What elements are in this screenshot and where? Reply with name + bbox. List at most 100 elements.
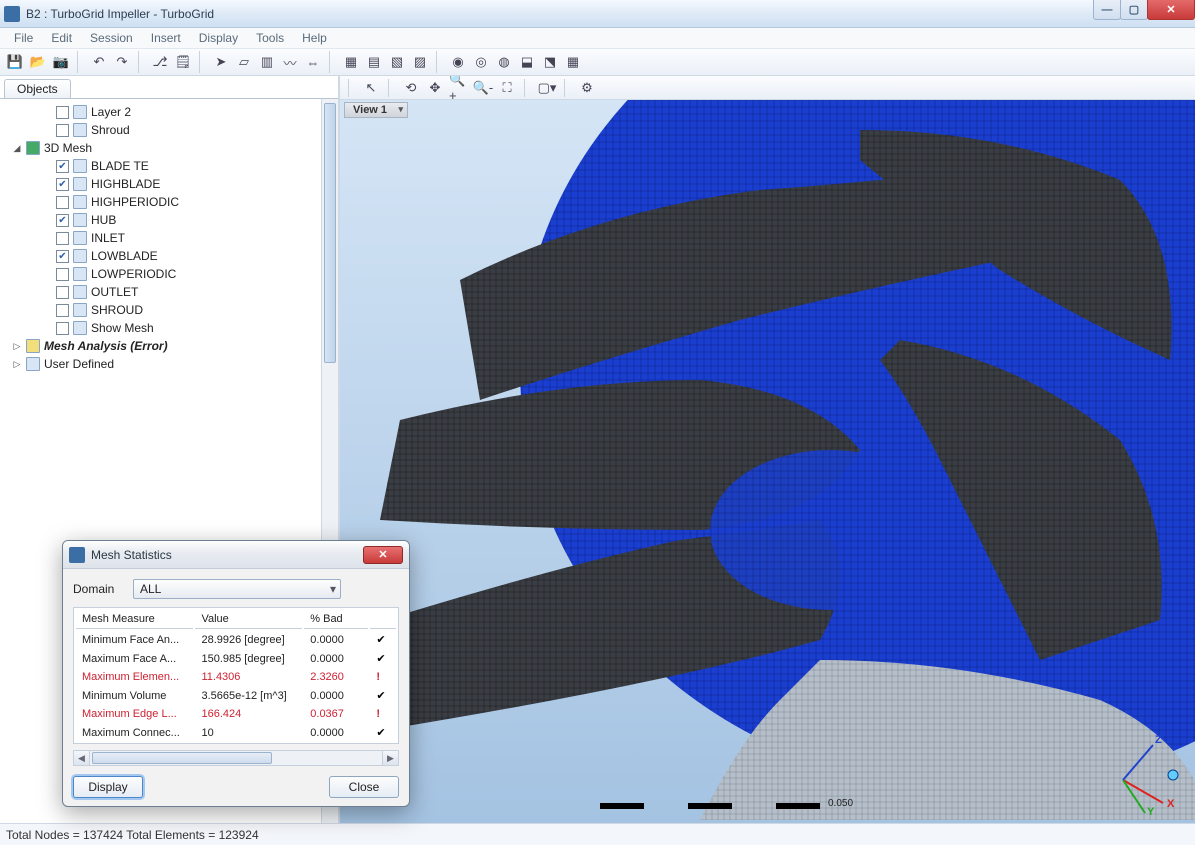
range-icon[interactable]: ⇔ bbox=[302, 51, 324, 73]
scroll-thumb[interactable] bbox=[92, 752, 272, 764]
col-value[interactable]: Value bbox=[195, 610, 302, 629]
layout3-icon[interactable]: ▦ bbox=[562, 51, 584, 73]
settings-icon[interactable]: ⚙ bbox=[576, 77, 598, 99]
expand-icon[interactable]: ▷ bbox=[12, 359, 22, 370]
layout1-icon[interactable]: ⬓ bbox=[516, 51, 538, 73]
grid1-icon[interactable]: ▦ bbox=[340, 51, 362, 73]
box-icon[interactable]: ▢▾ bbox=[536, 77, 558, 99]
tree-item-show-mesh[interactable]: Show Mesh bbox=[6, 319, 332, 337]
mesh-icon bbox=[26, 141, 40, 155]
maximize-button[interactable]: ▢ bbox=[1120, 0, 1148, 20]
checkbox-icon[interactable] bbox=[56, 286, 69, 299]
rotate-icon[interactable]: ⟲ bbox=[400, 77, 422, 99]
tree-group-3dmesh[interactable]: ◢3D Mesh bbox=[6, 139, 332, 157]
checkbox-icon[interactable] bbox=[56, 214, 69, 227]
tree-item-highblade[interactable]: HIGHBLADE bbox=[6, 175, 332, 193]
collapse-icon[interactable]: ◢ bbox=[12, 143, 22, 154]
pan-icon[interactable]: ✥ bbox=[424, 77, 446, 99]
scroll-left-icon[interactable]: ◀ bbox=[74, 751, 90, 765]
snapshot-icon[interactable]: 📷 bbox=[50, 51, 72, 73]
menu-file[interactable]: File bbox=[6, 29, 41, 47]
tree-item-lowperiodic[interactable]: LOWPERIODIC bbox=[6, 265, 332, 283]
tree-item-mesh-analysis[interactable]: ▷Mesh Analysis (Error) bbox=[6, 337, 332, 355]
scroll-right-icon[interactable]: ▶ bbox=[382, 751, 398, 765]
layout2-icon[interactable]: ⬔ bbox=[539, 51, 561, 73]
scroll-thumb[interactable] bbox=[324, 103, 336, 363]
table-row[interactable]: Minimum Face An...28.9926 [degree]0.0000 bbox=[76, 631, 396, 648]
domain-select[interactable]: ALL bbox=[133, 579, 341, 599]
mesh-stats-table: Mesh Measure Value % Bad Minimum Face An… bbox=[73, 607, 399, 744]
tree-item-hub[interactable]: HUB bbox=[6, 211, 332, 229]
table-row[interactable]: Maximum Connec...100.0000 bbox=[76, 724, 396, 741]
tree-item-outlet[interactable]: OUTLET bbox=[6, 283, 332, 301]
mesh-statistics-dialog[interactable]: Mesh Statistics ✕ Domain ALL Mesh Measur… bbox=[62, 540, 410, 807]
checkbox-icon[interactable] bbox=[56, 106, 69, 119]
3d-viewport[interactable]: ↖ ⟲ ✥ 🔍+ 🔍- ⛶ ▢▾ ⚙ View 1 ANSYS bbox=[340, 76, 1195, 823]
table-row[interactable]: Maximum Face A...150.985 [degree]0.0000 bbox=[76, 650, 396, 667]
objects-tab[interactable]: Objects bbox=[4, 79, 71, 99]
minimize-button[interactable]: — bbox=[1093, 0, 1121, 20]
plane2-icon[interactable]: ▥ bbox=[256, 51, 278, 73]
view2-icon[interactable]: ◎ bbox=[470, 51, 492, 73]
redo-icon[interactable]: ↷ bbox=[111, 51, 133, 73]
plane1-icon[interactable]: ▱ bbox=[233, 51, 255, 73]
col-bad[interactable]: % Bad bbox=[304, 610, 368, 629]
tree-item-user-defined[interactable]: ▷User Defined bbox=[6, 355, 332, 373]
close-button[interactable]: Close bbox=[329, 776, 399, 798]
checkbox-icon[interactable] bbox=[56, 232, 69, 245]
profile-icon[interactable]: ⎇ bbox=[149, 51, 171, 73]
checkbox-icon[interactable] bbox=[56, 250, 69, 263]
layer-icon bbox=[73, 105, 87, 119]
dialog-titlebar[interactable]: Mesh Statistics ✕ bbox=[63, 541, 409, 569]
tree-item-blade-te[interactable]: BLADE TE bbox=[6, 157, 332, 175]
checkbox-icon[interactable] bbox=[56, 178, 69, 191]
window-title: B2 : TurboGrid Impeller - TurboGrid bbox=[26, 7, 214, 21]
col-measure[interactable]: Mesh Measure bbox=[76, 610, 193, 629]
grid3-icon[interactable]: ▧ bbox=[386, 51, 408, 73]
grid2-icon[interactable]: ▤ bbox=[363, 51, 385, 73]
open-icon[interactable]: 📂 bbox=[27, 51, 49, 73]
menu-tools[interactable]: Tools bbox=[248, 29, 292, 47]
tree-item-shroud[interactable]: SHROUD bbox=[6, 301, 332, 319]
dialog-close-button[interactable]: ✕ bbox=[363, 546, 403, 564]
checkbox-icon[interactable] bbox=[56, 304, 69, 317]
tree-item-highperiodic[interactable]: HIGHPERIODIC bbox=[6, 193, 332, 211]
undo-icon[interactable]: ↶ bbox=[88, 51, 110, 73]
expand-icon[interactable]: ▷ bbox=[12, 341, 22, 352]
checkbox-icon[interactable] bbox=[56, 322, 69, 335]
region-icon bbox=[73, 177, 87, 191]
tree-item-inlet[interactable]: INLET bbox=[6, 229, 332, 247]
curve-icon[interactable]: 〰 bbox=[279, 51, 301, 73]
checkbox-icon[interactable] bbox=[56, 160, 69, 173]
close-window-button[interactable]: ✕ bbox=[1147, 0, 1195, 20]
view1-icon[interactable]: ◉ bbox=[447, 51, 469, 73]
checkbox-icon[interactable] bbox=[56, 124, 69, 137]
grid4-icon[interactable]: ▨ bbox=[409, 51, 431, 73]
display-button[interactable]: Display bbox=[73, 776, 143, 798]
menu-edit[interactable]: Edit bbox=[43, 29, 80, 47]
table-row[interactable]: Minimum Volume3.5665e-12 [m^3]0.0000 bbox=[76, 687, 396, 704]
view3-icon[interactable]: ◍ bbox=[493, 51, 515, 73]
checkbox-icon[interactable] bbox=[56, 268, 69, 281]
menu-insert[interactable]: Insert bbox=[143, 29, 189, 47]
table-row[interactable]: Maximum Edge L...166.4240.0367 bbox=[76, 706, 396, 722]
arrow-icon[interactable]: ➤ bbox=[210, 51, 232, 73]
cursor-icon[interactable]: ↖ bbox=[360, 77, 382, 99]
save-icon[interactable]: 💾 bbox=[4, 51, 26, 73]
tree-item-shroud-geom[interactable]: Shroud bbox=[6, 121, 332, 139]
table-row[interactable]: Maximum Elemen...11.43062.3260 bbox=[76, 669, 396, 685]
menu-session[interactable]: Session bbox=[82, 29, 141, 47]
col-status[interactable] bbox=[370, 610, 396, 629]
zoom-out-icon[interactable]: 🔍- bbox=[472, 77, 494, 99]
checkbox-icon[interactable] bbox=[56, 196, 69, 209]
folder-icon bbox=[26, 357, 40, 371]
table-h-scrollbar[interactable]: ◀ ▶ bbox=[73, 750, 399, 766]
note-icon[interactable]: 🗒 bbox=[172, 51, 194, 73]
tree-item-lowblade[interactable]: LOWBLADE bbox=[6, 247, 332, 265]
fit-icon[interactable]: ⛶ bbox=[496, 77, 518, 99]
menu-display[interactable]: Display bbox=[191, 29, 246, 47]
zoom-in-icon[interactable]: 🔍+ bbox=[448, 77, 470, 99]
axis-triad: X Y Z bbox=[1093, 725, 1183, 815]
menu-help[interactable]: Help bbox=[294, 29, 335, 47]
tree-item-layer2[interactable]: Layer 2 bbox=[6, 103, 332, 121]
